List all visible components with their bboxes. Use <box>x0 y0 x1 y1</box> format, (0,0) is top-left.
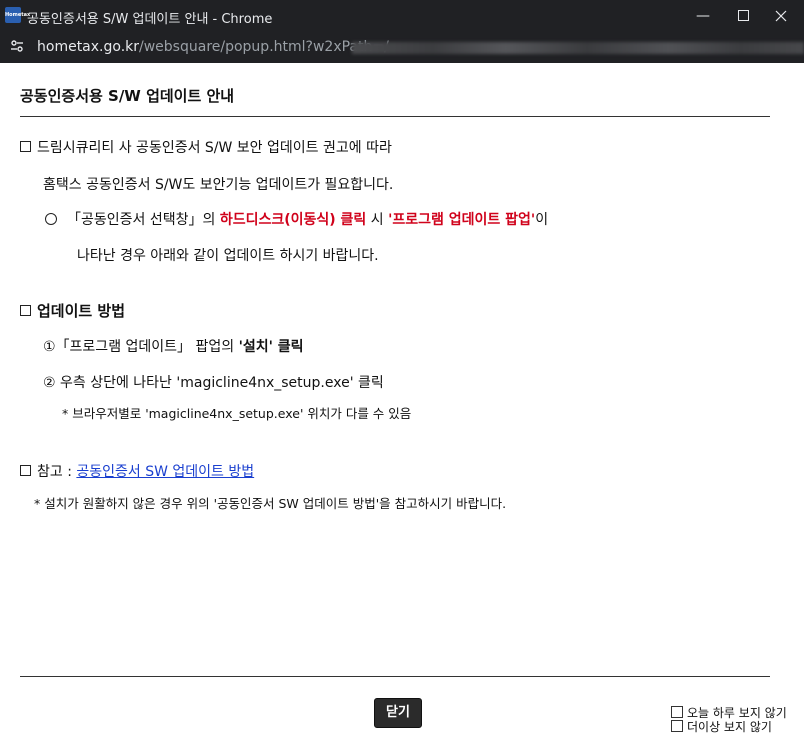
program-update-popup-highlight: '프로그램 업데이트 팝업' <box>388 212 536 228</box>
square-bullet-icon <box>20 305 31 316</box>
site-settings-icon[interactable] <box>10 39 24 53</box>
step2-note: * 브라우저별로 'magicline4nx_setup.exe' 위치가 다를… <box>62 406 412 421</box>
title-divider <box>20 116 770 117</box>
sw-update-guide-link[interactable]: 공동인증서 SW 업데이트 방법 <box>76 464 254 480</box>
hard-disk-click-highlight: 하드디스크(이동식) 클릭 <box>219 212 367 228</box>
footer-divider <box>20 676 770 677</box>
url-text[interactable]: hometax.go.kr/websquare/popup.html?w2xPa… <box>37 39 389 55</box>
checkbox-never[interactable] <box>671 720 683 732</box>
section2-heading: 업데이트 방법 <box>20 300 125 321</box>
redacted-url-region <box>352 42 804 54</box>
reference-note: * 설치가 원활하지 않은 경우 위의 '공동인증서 SW 업데이트 방법'을 … <box>34 496 507 511</box>
popup-title: 공동인증서용 S/W 업데이트 안내 <box>20 87 235 105</box>
url-domain: hometax.go.kr <box>37 39 140 55</box>
window-title: 공동인증서용 S/W 업데이트 안내 - Chrome <box>27 12 273 27</box>
square-bullet-icon <box>20 141 31 152</box>
section1-line3: 「공동인증서 선택창」의 하드디스크(이동식) 클릭 시 '프로그램 업데이트 … <box>45 209 548 229</box>
step2-line: ② 우측 상단에 나타난 'magicline4nx_setup.exe' 클릭 <box>43 375 384 391</box>
step1-line: ①「프로그램 업데이트」 팝업의 '설치' 클릭 <box>43 339 304 355</box>
circle-bullet-icon <box>45 213 57 225</box>
reference-line: 참고 : 공동인증서 SW 업데이트 방법 <box>20 461 254 481</box>
address-bar[interactable]: hometax.go.kr/websquare/popup.html?w2xPa… <box>0 32 804 63</box>
close-x-icon <box>775 10 787 22</box>
checkbox-today[interactable] <box>671 706 683 718</box>
hometax-app-icon: Hometax <box>5 7 30 23</box>
window-titlebar: Hometax 공동인증서용 S/W 업데이트 안내 - Chrome — <box>0 0 804 32</box>
square-bullet-icon <box>20 465 31 476</box>
close-button[interactable]: 닫기 <box>374 698 422 728</box>
section1-line1: 드림시큐리티 사 공동인증서 S/W 보안 업데이트 권고에 따라 <box>20 137 392 157</box>
dont-show-again-checkbox[interactable]: 더이상 보지 않기 <box>671 718 772 735</box>
section1-line4: 나타난 경우 아래와 같이 업데이트 하시기 바랍니다. <box>77 248 379 264</box>
window-close-glyph[interactable] <box>758 0 804 32</box>
section1-line2: 홈택스 공동인증서 S/W도 보안기능 업데이트가 필요합니다. <box>43 177 394 193</box>
popup-content: 공동인증서용 S/W 업데이트 안내 드림시큐리티 사 공동인증서 S/W 보안… <box>0 63 804 742</box>
